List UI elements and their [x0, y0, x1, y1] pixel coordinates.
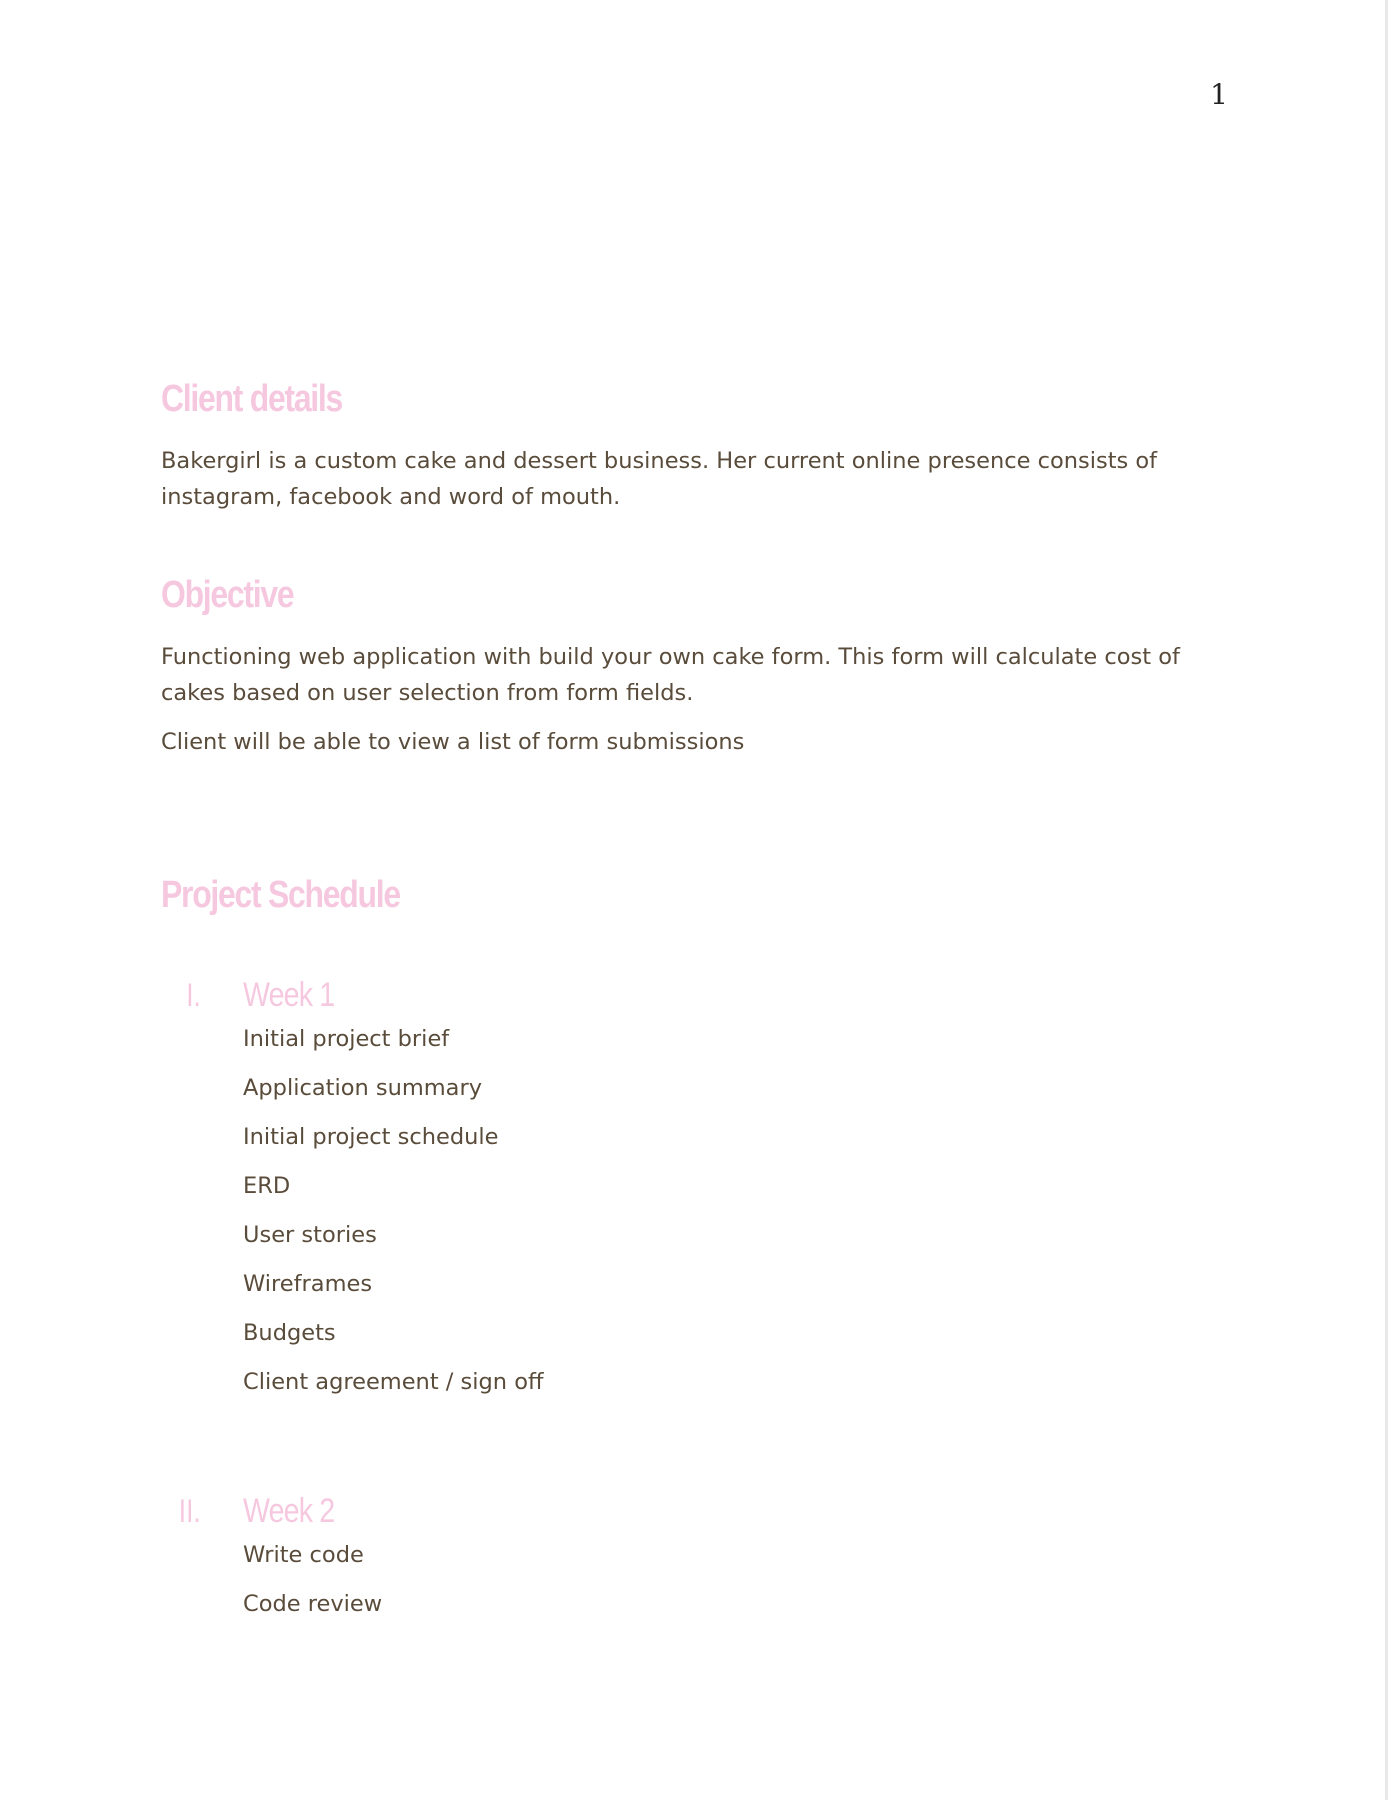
week-1-numeral: I. — [186, 977, 201, 1013]
client-details-paragraph: Bakergirl is a custom cake and dessert b… — [161, 448, 1158, 510]
task-item: User stories — [243, 1222, 377, 1248]
objective-paragraph-1: Functioning web application with build y… — [161, 644, 1180, 706]
week-2-task-list: Write code Code review — [161, 1537, 1241, 1622]
document-body: Client details Bakergirl is a custom cak… — [161, 366, 1241, 1622]
task-item: ERD — [243, 1173, 291, 1199]
objective-paragraph-2: Client will be able to view a list of fo… — [161, 729, 745, 755]
task-item: Application summary — [243, 1075, 483, 1101]
task-item: Wireframes — [243, 1271, 373, 1297]
heading-client-details: Client details — [161, 378, 343, 420]
task-item: Client agreement / sign off — [243, 1369, 544, 1395]
week-1-task-list: Initial project brief Application summar… — [161, 1021, 1241, 1400]
task-item: Code review — [243, 1591, 383, 1617]
heading-project-schedule: Project Schedule — [161, 874, 401, 916]
page-number: 1 — [1210, 78, 1228, 111]
task-item: Initial project brief — [243, 1026, 450, 1052]
week-1-title: Week 1 — [243, 976, 335, 1014]
schedule-week-1: I. Week 1 Initial project brief Applicat… — [161, 972, 1241, 1400]
week-2-header: II. Week 2 — [161, 1488, 1241, 1534]
week-2-title: Week 2 — [243, 1492, 335, 1530]
task-item: Initial project schedule — [243, 1124, 499, 1150]
week-1-header: I. Week 1 — [161, 972, 1241, 1018]
task-item: Write code — [243, 1542, 364, 1568]
document-page: 1 Client details Bakergirl is a custom c… — [0, 0, 1388, 1800]
schedule-week-2: II. Week 2 Write code Code review — [161, 1488, 1241, 1622]
heading-objective: Objective — [161, 574, 295, 616]
week-2-numeral: II. — [179, 1493, 201, 1529]
task-item: Budgets — [243, 1320, 336, 1346]
